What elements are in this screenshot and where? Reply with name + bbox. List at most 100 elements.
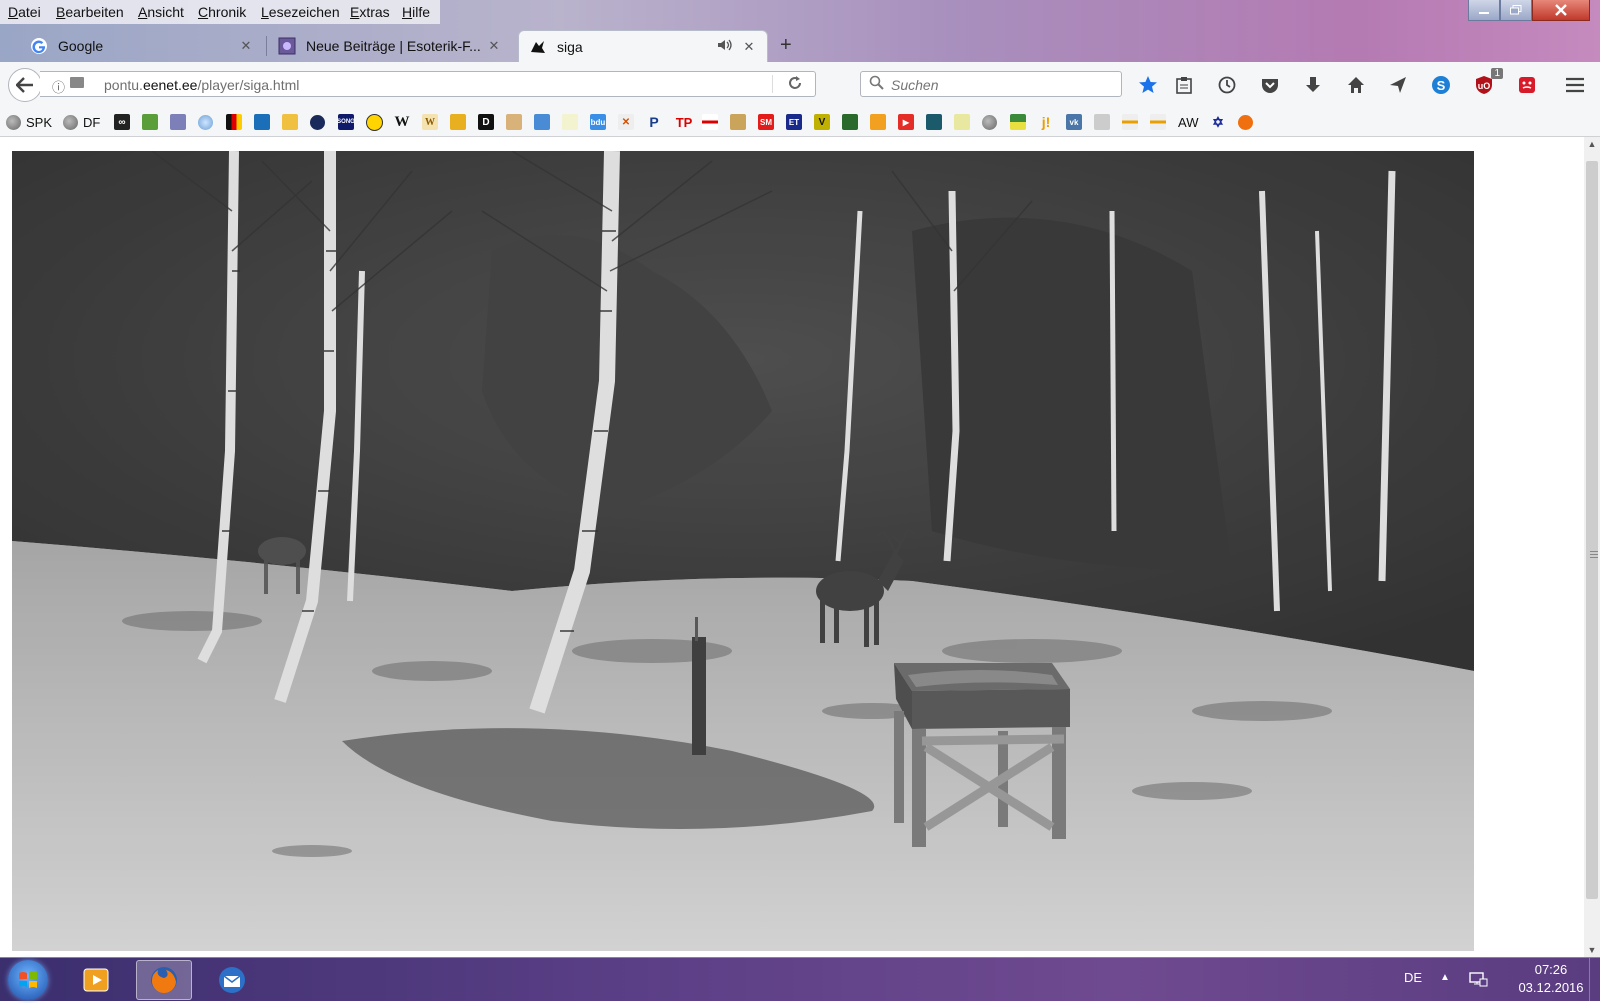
bookmark-star-icon[interactable] — [1137, 74, 1159, 96]
bookmark-icon-7[interactable] — [282, 113, 298, 131]
tab-close-icon[interactable]: ✕ — [486, 38, 502, 54]
menu-chronik[interactable]: Chronik — [198, 4, 246, 20]
show-desktop-button[interactable] — [1589, 958, 1600, 1001]
close-window-button[interactable] — [1532, 0, 1590, 21]
bookmark-icon-37[interactable] — [1122, 113, 1138, 131]
history-clock-icon[interactable] — [1216, 74, 1238, 96]
menu-extras[interactable]: Extras — [350, 4, 390, 20]
bookmark-icon-36[interactable] — [1094, 113, 1110, 131]
bookmark-icon-6[interactable] — [254, 113, 270, 131]
bookmark-icon-32[interactable] — [982, 113, 997, 131]
menu-hilfe[interactable]: Hilfe — [402, 4, 430, 20]
download-icon[interactable] — [1302, 74, 1324, 96]
globe-icon — [63, 114, 78, 130]
network-icon[interactable] — [1468, 970, 1488, 988]
bookmark-icon-31[interactable] — [954, 113, 970, 131]
info-icon[interactable]: ⓘ — [52, 77, 65, 96]
minimize-button[interactable] — [1468, 0, 1500, 21]
tab-close-icon[interactable]: ✕ — [741, 39, 757, 55]
clock-time[interactable]: 07:26 — [1516, 962, 1586, 977]
bookmark-icon-14[interactable]: D — [478, 113, 494, 131]
red-line-icon — [702, 114, 718, 130]
bookmark-icon-34[interactable]: j! — [1038, 113, 1054, 131]
red-addon-icon[interactable] — [1516, 74, 1538, 96]
restore-button[interactable] — [1500, 0, 1532, 21]
clipboard-icon[interactable] — [1173, 74, 1195, 96]
search-input[interactable] — [889, 74, 1113, 96]
bookmark-icon-24[interactable]: SM — [758, 113, 774, 131]
tab-esoterik-forum[interactable]: Neue Beiträge | Esoterik-F... ✕ — [268, 30, 512, 62]
scroll-thumb[interactable] — [1586, 161, 1598, 899]
bookmark-icon-30[interactable] — [926, 113, 942, 131]
tray-expand-arrow-icon[interactable]: ▲ — [1440, 972, 1450, 983]
bookmark-icon-28[interactable] — [870, 113, 886, 131]
bookmark-icon-10[interactable] — [366, 113, 383, 131]
bookmark-icon-40[interactable]: ✡ — [1210, 113, 1226, 131]
bookmark-spk[interactable]: SPK — [6, 113, 52, 131]
bookmark-icon-1[interactable]: ∞ — [114, 113, 130, 131]
bookmark-aw[interactable]: AW — [1178, 113, 1198, 131]
bookmark-icon-16[interactable] — [534, 113, 550, 131]
clock-date[interactable]: 03.12.2016 — [1506, 980, 1596, 995]
bookmark-icon-21[interactable]: TP — [674, 113, 694, 131]
hamburger-menu-icon[interactable] — [1564, 74, 1586, 96]
bookmark-icon-23[interactable] — [730, 113, 746, 131]
teal-photo-icon — [926, 114, 942, 130]
bookmark-icon-22[interactable] — [702, 113, 718, 131]
bookmark-icon-4[interactable] — [198, 113, 213, 131]
start-button[interactable] — [8, 960, 48, 1000]
tab-divider — [266, 36, 267, 56]
search-icon — [869, 75, 885, 94]
bookmark-vk[interactable]: vk — [1066, 113, 1082, 131]
speaker-icon[interactable] — [717, 38, 733, 55]
bookmark-icon-2[interactable] — [142, 113, 158, 131]
menu-ansicht[interactable]: Ansicht — [138, 4, 184, 20]
back-button[interactable] — [8, 68, 42, 102]
bookmark-icon-9[interactable]: SONG — [337, 113, 355, 131]
url-bar[interactable]: ⓘ pontu.eenet.ee/player/siga.html — [40, 71, 816, 97]
bookmark-icon-25[interactable]: ET — [786, 113, 802, 131]
pocket-icon[interactable] — [1259, 74, 1281, 96]
bookmark-icon-3[interactable] — [170, 113, 186, 131]
bookmark-icon-13[interactable] — [450, 113, 466, 131]
bookmark-icon-27[interactable] — [842, 113, 858, 131]
bookmark-df[interactable]: DF — [63, 113, 100, 131]
menu-bearbeiten[interactable]: Bearbeiten — [56, 4, 124, 20]
new-tab-plus-icon[interactable]: + — [780, 34, 792, 57]
tab-close-icon[interactable]: ✕ — [238, 38, 254, 54]
scroll-up-arrow-icon[interactable]: ▲ — [1584, 139, 1600, 149]
scroll-down-arrow-icon[interactable]: ▼ — [1584, 945, 1600, 955]
taskbar-firefox[interactable] — [136, 960, 192, 1000]
bookmark-paypal[interactable]: P — [646, 113, 662, 131]
home-icon[interactable] — [1345, 74, 1367, 96]
bookmark-wikipedia[interactable]: W — [394, 113, 410, 131]
tab-siga[interactable]: siga ✕ — [518, 30, 768, 62]
menu-lesezeichen[interactable]: Lesezeichen — [261, 4, 340, 20]
bookmark-icon-12[interactable]: W — [422, 113, 438, 131]
bookmark-icon-17[interactable] — [562, 113, 578, 131]
webcam-video-player[interactable] — [12, 151, 1474, 951]
bookmark-icon-26[interactable]: V — [814, 113, 830, 131]
language-indicator[interactable]: DE — [1404, 970, 1422, 985]
bookmark-youtube[interactable]: ▶ — [898, 113, 914, 131]
menu-datei[interactable]: Datei — [8, 4, 41, 20]
taskbar-thunderbird[interactable] — [204, 960, 260, 1000]
send-arrow-icon[interactable] — [1387, 74, 1409, 96]
bookmark-icon-8[interactable] — [310, 113, 325, 131]
bookmark-icon-38[interactable] — [1150, 113, 1166, 131]
windows-taskbar: DE ▲ 07:26 03.12.2016 — [0, 957, 1600, 1001]
bookmark-icon-15[interactable] — [506, 113, 522, 131]
forest-clearing-stream-image — [12, 151, 1474, 951]
taskbar-media-player[interactable] — [68, 960, 124, 1000]
tab-google[interactable]: Google ✕ — [20, 30, 264, 62]
vertical-scrollbar[interactable]: ▲ ▼ — [1584, 137, 1600, 957]
bookmark-icon-18[interactable]: bdu — [590, 113, 606, 131]
bookmark-icon-5[interactable] — [226, 113, 242, 131]
bookmark-icon-19[interactable]: ✕ — [618, 113, 634, 131]
reload-icon[interactable] — [787, 75, 803, 96]
bookmark-icon-33[interactable] — [1010, 113, 1026, 131]
bookmark-icon-41[interactable] — [1238, 113, 1253, 131]
url-text[interactable]: pontu.eenet.ee/player/siga.html — [104, 77, 299, 93]
ublock-icon[interactable]: uO 1 — [1473, 68, 1503, 96]
skype-icon[interactable]: S — [1430, 74, 1452, 96]
